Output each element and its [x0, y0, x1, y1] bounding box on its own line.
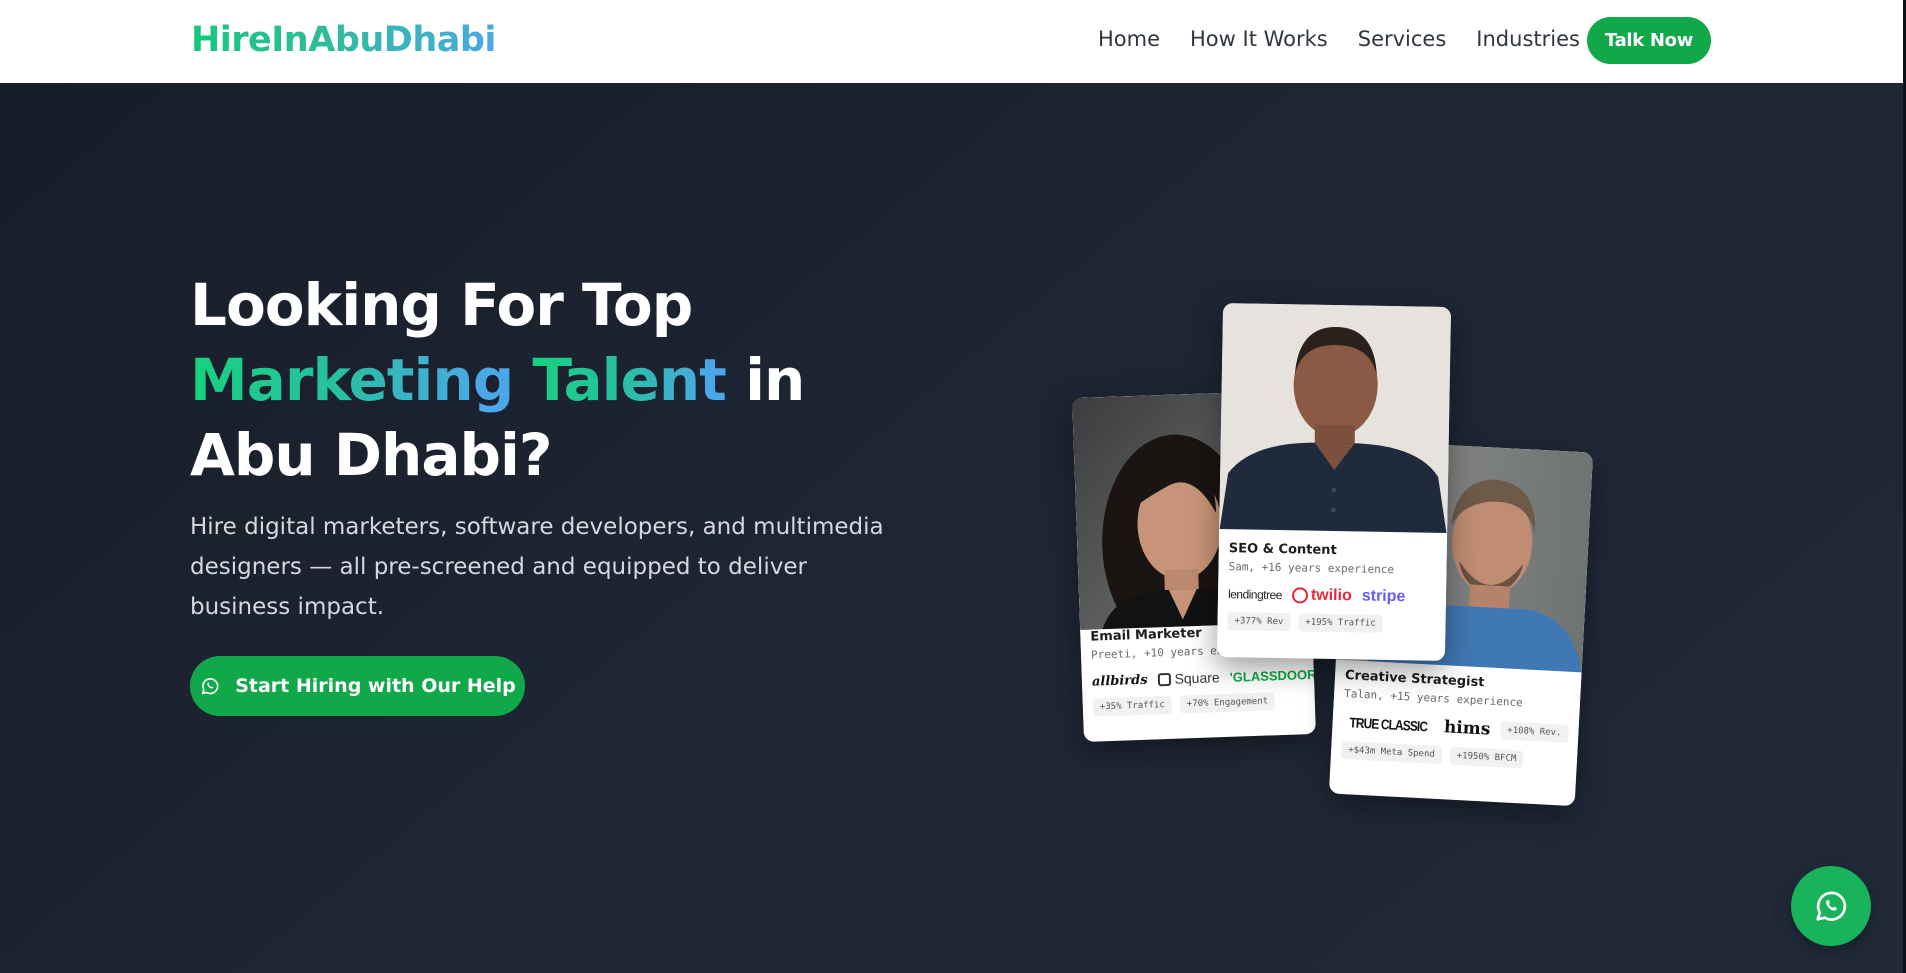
result-tag: +70% Engagement [1179, 692, 1276, 714]
hims-logo: hims [1443, 717, 1491, 740]
brand-logo[interactable]: HireInAbuDhabi [191, 20, 496, 60]
headline-line-3: Abu Dhabi? [190, 421, 553, 489]
card-info-creative: Creative Strategist Talan, +15 years exp… [1330, 659, 1582, 772]
portrait-photo-sam [1219, 303, 1452, 537]
square-mark-icon [1157, 672, 1171, 686]
true-classic-logo: TRUE CLASSIC [1349, 714, 1428, 735]
stripe-logo: stripe [1361, 587, 1406, 606]
talent-card-seo-content[interactable]: SEO & Content Sam, +16 years experience … [1216, 303, 1452, 661]
glassdoor-logo: 'GLASSDOOR' [1229, 666, 1316, 685]
result-tags-creative: +$43m Meta Spend +1950% BFCM [1340, 740, 1568, 771]
hero-headline: Looking For Top Marketing Talent in Abu … [190, 268, 890, 493]
headline-line-1: Looking For Top [190, 271, 693, 339]
result-tag: +377% Rev [1227, 612, 1291, 632]
result-tag: +108% Rev. [1499, 721, 1569, 743]
nav-link-industries[interactable]: Industries [1476, 27, 1580, 51]
result-tag: +35% Traffic [1092, 695, 1173, 717]
card-info-seo: SEO & Content Sam, +16 years experience … [1217, 529, 1448, 634]
top-navbar: HireInAbuDhabi Home How It Works Service… [0, 0, 1906, 83]
hero-subtext: Hire digital marketers, software develop… [190, 514, 884, 620]
nav-link-home[interactable]: Home [1098, 27, 1160, 51]
whatsapp-icon [1816, 891, 1847, 921]
nav-link-how-it-works[interactable]: How It Works [1190, 27, 1328, 51]
twilio-mark-icon [1291, 587, 1309, 604]
client-logos-email: allbirds Square 'GLASSDOOR' [1091, 666, 1316, 690]
result-tag: +$43m Meta Spend [1340, 740, 1443, 765]
result-tag: +195% Traffic [1298, 613, 1383, 633]
result-tags-email: +35% Traffic +70% Engagement [1092, 691, 1305, 717]
square-logo-text: Square [1174, 669, 1220, 687]
client-logos-creative: TRUE CLASSIC hims +108% Rev. [1342, 712, 1569, 744]
square-logo: Square [1157, 669, 1220, 687]
start-hiring-label: Start Hiring with Our Help [235, 675, 516, 697]
lendingtree-logo: lendingtree [1227, 587, 1283, 603]
headline-highlight-talent: Talent [532, 346, 726, 414]
result-tags-seo: +377% Rev +195% Traffic [1227, 612, 1435, 634]
start-hiring-button[interactable]: Start Hiring with Our Help [190, 656, 525, 716]
main-nav: Home How It Works Services Industries [1098, 27, 1610, 51]
twilio-logo-text: twilio [1310, 586, 1352, 605]
client-logos-seo: lendingtree twilio stripe [1228, 585, 1436, 607]
twilio-logo: twilio [1291, 586, 1352, 605]
headline-in: in [725, 346, 805, 414]
whatsapp-chat-button[interactable] [1791, 866, 1871, 946]
headline-highlight-marketing: Marketing [190, 346, 514, 414]
talk-now-button[interactable]: Talk Now [1587, 17, 1711, 64]
card-title-seo: SEO & Content [1228, 541, 1337, 559]
card-subtitle-seo: Sam, +16 years experience [1228, 560, 1395, 577]
result-tag: +1950% BFCM [1449, 746, 1524, 769]
whatsapp-icon [202, 677, 219, 695]
allbirds-logo: allbirds [1091, 672, 1148, 690]
nav-link-services[interactable]: Services [1358, 27, 1447, 51]
